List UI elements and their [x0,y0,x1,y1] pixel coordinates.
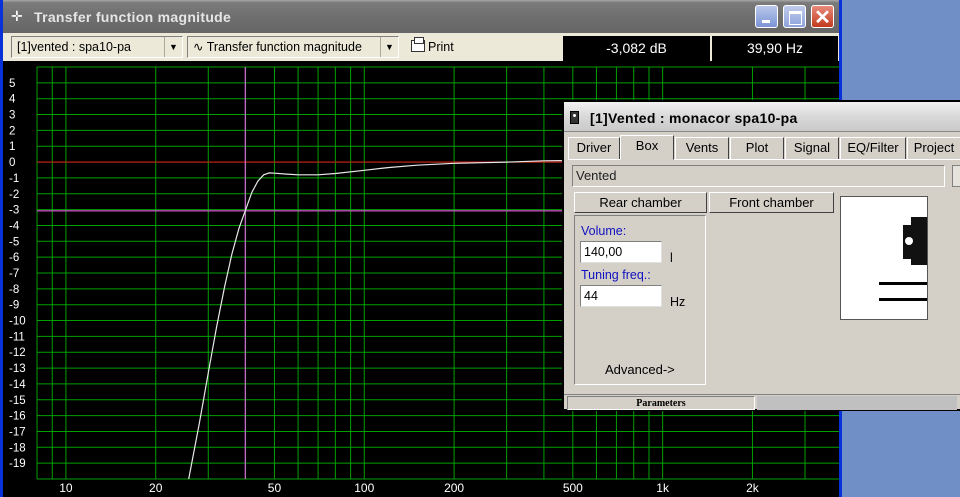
y-tick-label: 2 [9,125,15,137]
chevron-down-icon[interactable]: ▼ [164,37,182,57]
tab-vents[interactable]: Vents [675,137,729,159]
y-tick-label: -1 [9,173,19,185]
advanced-button[interactable]: Advanced-> [605,362,675,377]
y-tick-label: -14 [9,379,26,391]
y-tick-label: -6 [9,252,19,264]
minimize-button[interactable] [755,5,778,28]
y-tick-label: 3 [9,110,15,122]
y-tick-label: -3 [9,205,19,217]
maximize-button[interactable] [783,5,806,28]
y-tick-label: 0 [9,157,15,169]
y-tick-label: -19 [9,458,26,470]
y-tick-label: -2 [9,189,19,201]
box-type-field[interactable]: Vented [572,165,945,187]
box-type-dropdown-button[interactable] [952,165,960,187]
y-tick-label: 4 [9,94,16,106]
frequency-readout: 39,90 Hz [712,36,838,61]
speaker-icon [570,111,579,124]
x-tick-label: 500 [563,481,583,495]
tab-eq-filter[interactable]: EQ/Filter [840,137,906,159]
x-tick-label: 100 [354,481,374,495]
volume-input[interactable]: 140,00 [580,241,662,263]
dialog-title: [1]Vented : monacor spa10-pa [590,110,798,126]
y-tick-label: -9 [9,300,19,312]
crosshair-icon: ✛ [11,8,23,24]
y-tick-label: 5 [9,78,15,90]
rear-chamber-button[interactable]: Rear chamber [574,192,707,213]
y-tick-label: -5 [9,236,19,248]
y-tick-label: -10 [9,316,26,328]
tab-signal[interactable]: Signal [785,137,839,159]
title-bar[interactable]: ✛ Transfer function magnitude ✕ [3,0,839,33]
close-button[interactable]: ✕ [811,5,834,29]
status-progress [757,396,957,410]
print-button[interactable]: Print [411,37,454,54]
y-tick-label: -8 [9,284,19,296]
y-tick-label: -4 [9,220,20,232]
y-tick-label: -15 [9,395,26,407]
box-preview-image [840,196,928,320]
plot-type-select-value: Transfer function magnitude [206,40,362,54]
tuning-freq-unit: Hz [670,295,686,309]
dialog-tabs: Driver Box Vents Plot Signal EQ/Filter P… [568,135,960,160]
y-tick-label: -7 [9,268,19,280]
chevron-down-icon[interactable]: ▼ [380,37,398,57]
plot-type-select[interactable]: ∿ Transfer function magnitude ▼ [187,36,399,58]
y-tick-label: -12 [9,347,26,359]
x-tick-label: 50 [268,481,282,495]
dialog-title-bar[interactable]: [1]Vented : monacor spa10-pa [564,102,960,132]
printer-icon [411,37,425,52]
level-readout: -3,082 dB [563,36,710,61]
y-tick-label: 1 [9,141,15,153]
y-tick-label: -16 [9,411,26,423]
status-parameters: Parameters [567,396,755,410]
y-tick-label: -17 [9,426,26,438]
close-icon: ✕ [814,7,831,29]
window-title: Transfer function magnitude [34,9,232,25]
toolbar: [1]vented : spa10-pa ▼ ∿ Transfer functi… [3,33,839,61]
y-tick-label: -13 [9,363,26,375]
front-chamber-button[interactable]: Front chamber [709,192,834,213]
tab-box[interactable]: Box [620,135,674,160]
x-tick-label: 10 [59,481,73,495]
enclosure-diagram [879,217,927,301]
y-tick-label: -11 [9,331,25,343]
x-tick-label: 200 [444,481,464,495]
tuning-freq-input[interactable]: 44 [580,285,662,307]
y-tick-label: -18 [9,442,26,454]
volume-unit: l [670,251,673,265]
box-dialog: [1]Vented : monacor spa10-pa Driver Box … [562,100,960,411]
tab-plot[interactable]: Plot [730,137,784,159]
driver-select[interactable]: [1]vented : spa10-pa ▼ [11,36,183,58]
x-tick-label: 20 [149,481,163,495]
volume-label: Volume: [581,224,627,238]
print-label: Print [428,40,454,54]
x-tick-label: 1k [656,481,670,495]
waveform-icon: ∿ [193,40,204,54]
driver-select-value: [1]vented : spa10-pa [17,40,131,54]
tab-driver[interactable]: Driver [568,137,620,159]
status-bar: Parameters [564,394,960,411]
tab-project[interactable]: Project [907,137,960,159]
x-tick-label: 2k [746,481,760,495]
chamber-parameters-panel: Volume: 140,00 l Tuning freq.: 44 Hz Adv… [574,215,706,385]
tuning-freq-label: Tuning freq.: [581,268,651,282]
